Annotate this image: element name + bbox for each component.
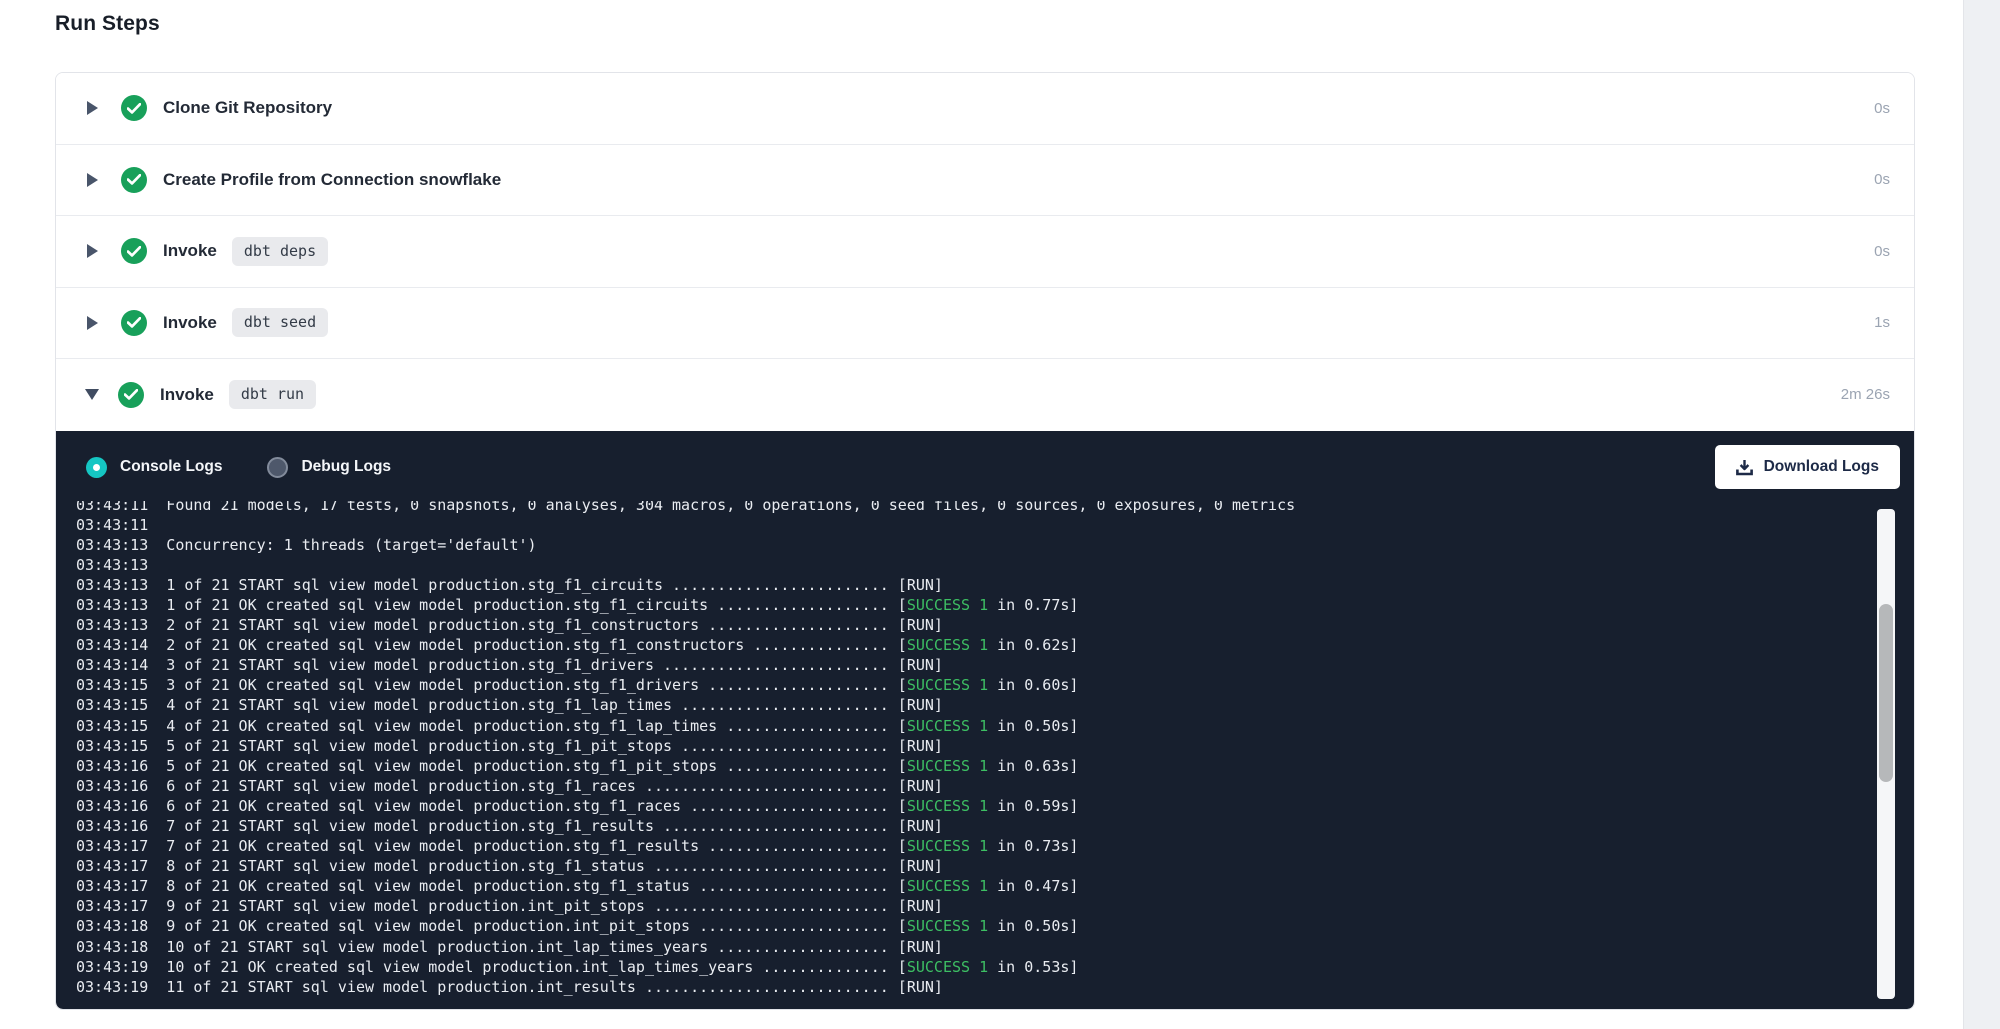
step-title: Invoke <box>163 313 217 333</box>
log-line: 03:43:16 6 of 21 START sql view model pr… <box>76 776 1774 796</box>
log-line: 03:43:13 2 of 21 START sql view model pr… <box>76 615 1774 635</box>
log-success-status: SUCCESS 1 <box>907 757 988 775</box>
step-command-chip: dbt deps <box>232 237 328 266</box>
log-line: 03:43:18 9 of 21 OK created sql view mod… <box>76 916 1774 936</box>
radio-unselected-icon[interactable] <box>267 457 288 478</box>
chevron-right-icon[interactable] <box>87 101 98 115</box>
log-success-status: SUCCESS 1 <box>907 676 988 694</box>
step-duration: 0s <box>1874 100 1890 117</box>
console-panel: Console Logs Debug Logs Download Logs 03:… <box>56 431 1914 1010</box>
success-check-icon <box>121 310 147 336</box>
step-title: Clone Git Repository <box>163 98 332 118</box>
log-success-status: SUCCESS 1 <box>907 837 988 855</box>
page-right-gutter <box>1963 0 2000 1029</box>
log-line: 03:43:16 7 of 21 START sql view model pr… <box>76 816 1774 836</box>
step-row[interactable]: Clone Git Repository 0s <box>56 73 1914 145</box>
step-row[interactable]: Invoke dbt seed 1s <box>56 288 1914 360</box>
log-line: 03:43:19 10 of 21 OK created sql view mo… <box>76 957 1774 977</box>
radio-label: Console Logs <box>120 458 222 476</box>
chevron-right-icon[interactable] <box>87 244 98 258</box>
chevron-down-icon[interactable] <box>85 389 99 400</box>
log-line: 03:43:11 <box>76 515 1774 535</box>
console-logs-radio[interactable]: Console Logs <box>86 457 222 478</box>
step-duration: 2m 26s <box>1841 386 1890 403</box>
step-duration: 0s <box>1874 171 1890 188</box>
step-command-chip: dbt run <box>229 380 316 409</box>
steps-list: Clone Git Repository0sCreate Profile fro… <box>56 73 1914 431</box>
radio-label: Debug Logs <box>301 458 391 476</box>
debug-logs-radio[interactable]: Debug Logs <box>267 457 391 478</box>
log-success-status: SUCCESS 1 <box>907 636 988 654</box>
log-line: 03:43:13 Concurrency: 1 threads (target=… <box>76 535 1774 555</box>
download-logs-button[interactable]: Download Logs <box>1715 445 1900 489</box>
step-title: Invoke <box>160 385 214 405</box>
step-title: Invoke <box>163 241 217 261</box>
step-row[interactable]: Create Profile from Connection snowflake… <box>56 145 1914 217</box>
download-icon <box>1736 459 1753 476</box>
log-line: 03:43:15 3 of 21 OK created sql view mod… <box>76 675 1774 695</box>
console-scrollbar-track[interactable] <box>1877 509 1895 1000</box>
success-check-icon <box>121 167 147 193</box>
download-logs-label: Download Logs <box>1764 458 1879 476</box>
success-check-icon <box>118 382 144 408</box>
chevron-right-icon[interactable] <box>87 173 98 187</box>
success-check-icon <box>121 238 147 264</box>
log-line: 03:43:14 3 of 21 START sql view model pr… <box>76 655 1774 675</box>
log-line: 03:43:17 8 of 21 OK created sql view mod… <box>76 876 1774 896</box>
log-line: 03:43:15 4 of 21 OK created sql view mod… <box>76 716 1774 736</box>
log-line: 03:43:18 10 of 21 START sql view model p… <box>76 937 1774 957</box>
log-success-status: SUCCESS 1 <box>907 797 988 815</box>
step-title: Create Profile from Connection snowflake <box>163 170 501 190</box>
log-line: 03:43:14 2 of 21 OK created sql view mod… <box>76 635 1774 655</box>
log-line: 03:43:13 1 of 21 START sql view model pr… <box>76 575 1774 595</box>
console-header: Console Logs Debug Logs Download Logs <box>56 431 1914 498</box>
log-line: 03:43:16 5 of 21 OK created sql view mod… <box>76 756 1774 776</box>
step-command-chip: dbt seed <box>232 308 328 337</box>
log-line: 03:43:17 9 of 21 START sql view model pr… <box>76 896 1774 916</box>
step-duration: 0s <box>1874 243 1890 260</box>
log-line: 03:43:15 4 of 21 START sql view model pr… <box>76 695 1774 715</box>
log-success-status: SUCCESS 1 <box>907 917 988 935</box>
log-line: 03:43:13 1 of 21 OK created sql view mod… <box>76 595 1774 615</box>
log-success-status: SUCCESS 1 <box>907 596 988 614</box>
log-line: 03:43:11 Found 21 models, 17 tests, 0 sn… <box>76 501 1774 515</box>
success-check-icon <box>121 95 147 121</box>
log-success-status: SUCCESS 1 <box>907 877 988 895</box>
radio-selected-icon[interactable] <box>86 457 107 478</box>
log-success-status: SUCCESS 1 <box>907 958 988 976</box>
log-line: 03:43:17 7 of 21 OK created sql view mod… <box>76 836 1774 856</box>
log-type-radio-group: Console Logs Debug Logs <box>86 457 436 478</box>
page-title: Run Steps <box>55 12 160 36</box>
log-line: 03:43:13 <box>76 555 1774 575</box>
log-line: 03:43:17 8 of 21 START sql view model pr… <box>76 856 1774 876</box>
run-steps-card: Clone Git Repository0sCreate Profile fro… <box>55 72 1915 1010</box>
step-row[interactable]: Invoke dbt run 2m 26s <box>56 359 1914 431</box>
console-scrollbar-thumb[interactable] <box>1879 604 1893 782</box>
log-line: 03:43:19 11 of 21 START sql view model p… <box>76 977 1774 997</box>
step-row[interactable]: Invoke dbt deps 0s <box>56 216 1914 288</box>
console-log-output: 03:43:11 Found 21 models, 17 tests, 0 sn… <box>76 501 1774 998</box>
log-line: 03:43:16 6 of 21 OK created sql view mod… <box>76 796 1774 816</box>
chevron-right-icon[interactable] <box>87 316 98 330</box>
log-success-status: SUCCESS 1 <box>907 717 988 735</box>
log-line: 03:43:15 5 of 21 START sql view model pr… <box>76 736 1774 756</box>
step-duration: 1s <box>1874 314 1890 331</box>
